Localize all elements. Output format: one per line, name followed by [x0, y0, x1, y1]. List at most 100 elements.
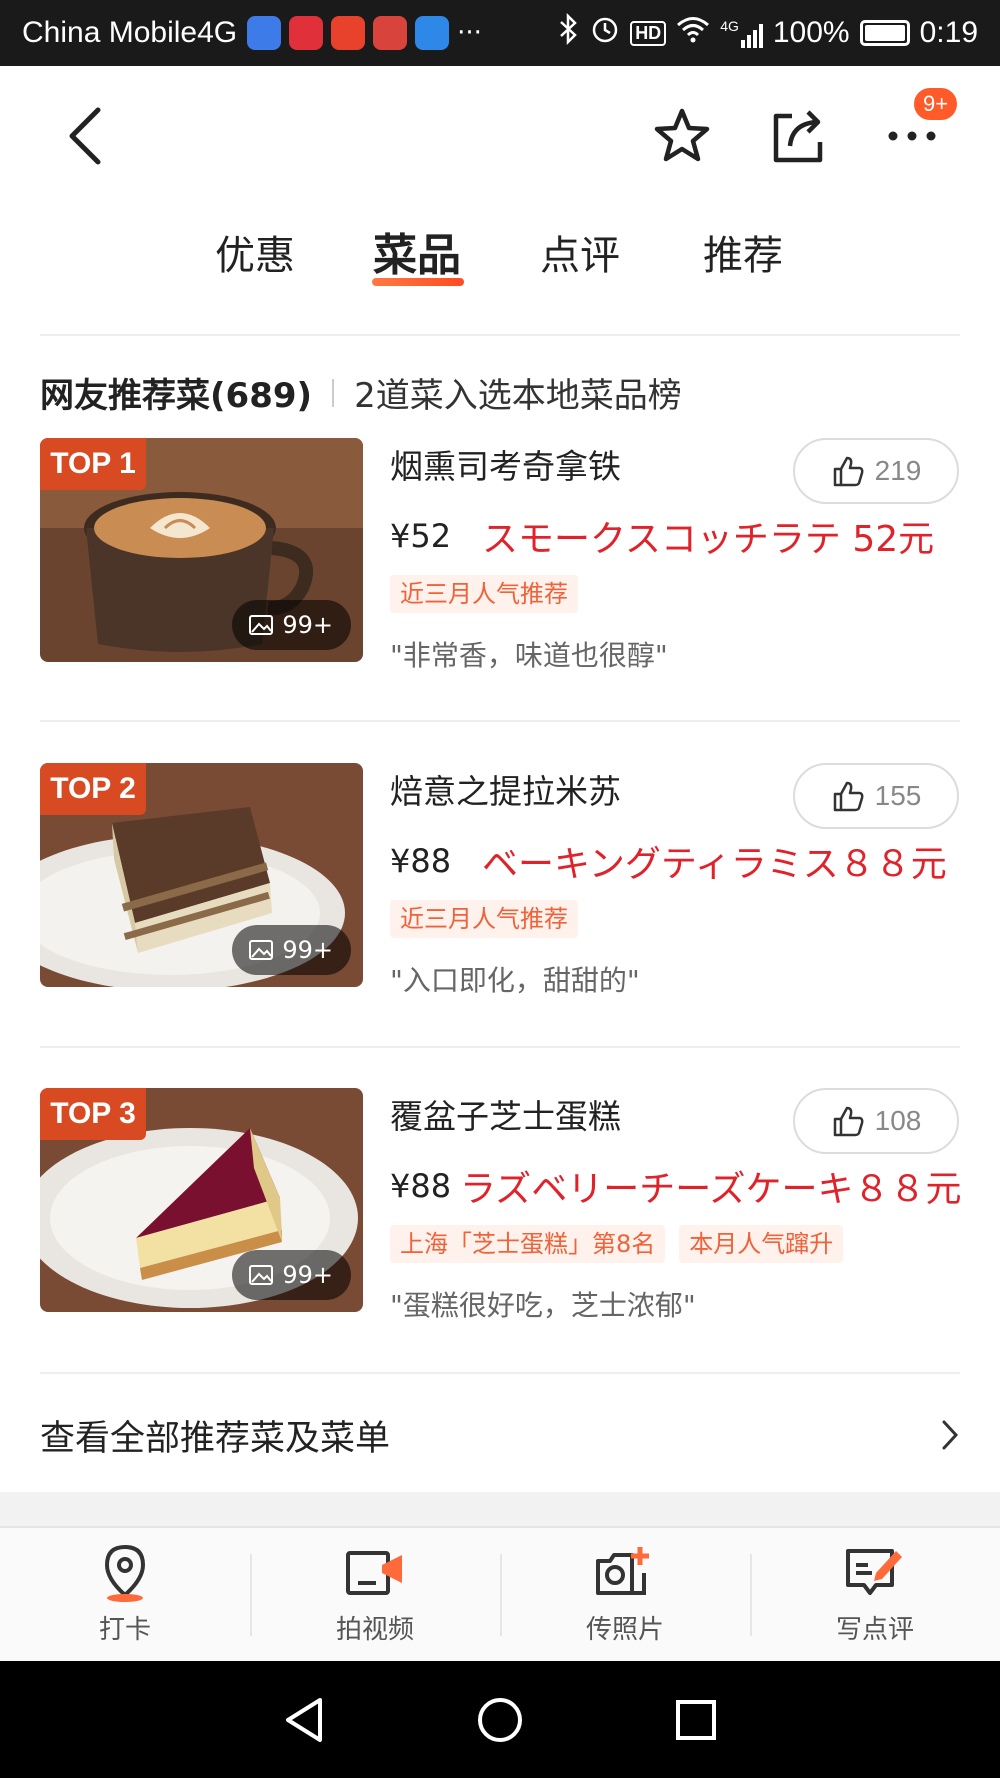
chevron-left-icon	[69, 107, 101, 165]
rank-badge: TOP 3	[40, 1088, 146, 1140]
tag-row: 近三月人气推荐	[390, 900, 578, 938]
tag-row: 近三月人气推荐	[390, 575, 578, 613]
rank-badge: TOP 1	[40, 438, 146, 490]
tag-row: 上海「芝士蛋糕」第8名 本月人气蹿升	[390, 1225, 844, 1263]
more-notifications-icon: ···	[457, 18, 482, 48]
recents-square-icon[interactable]	[674, 1698, 718, 1742]
dish-item[interactable]: TOP 1 99+ 烟熏司考奇拿铁 219 ¥52 スモークスコッチラテ 52元…	[40, 438, 960, 672]
review-quote: "入口即化，甜甜的"	[390, 964, 640, 997]
like-count: 219	[874, 455, 922, 486]
price-row: ¥52 スモークスコッチラテ 52元	[390, 510, 934, 562]
dish-item[interactable]: TOP 3 99+ 覆盆子芝士蛋糕 108 ¥88 ラズベリーチーズケーキ８８元…	[40, 1088, 961, 1322]
photo-count-label: 99+	[282, 936, 333, 964]
action-label: 打卡	[98, 1615, 151, 1645]
share-button[interactable]	[762, 100, 834, 172]
upload-photo-button[interactable]: 传照片	[500, 1528, 750, 1661]
dish-name: 焙意之提拉米苏	[390, 772, 621, 811]
dish-photo[interactable]: TOP 3 99+	[40, 1088, 363, 1312]
more-dots-icon	[888, 131, 936, 141]
see-all-label: 查看全部推荐菜及菜单	[40, 1418, 391, 1459]
like-button[interactable]: 155	[793, 763, 959, 829]
thumbs-up-icon	[833, 456, 864, 487]
review-quote: "非常香，味道也很醇"	[390, 639, 668, 672]
divider	[40, 1046, 960, 1048]
tab-offers[interactable]: 优惠	[215, 226, 295, 286]
write-review-button[interactable]: 写点评	[750, 1528, 1000, 1661]
add-photo-icon	[596, 1547, 649, 1595]
notification-app-icon	[373, 16, 408, 50]
record-video-button[interactable]: 拍视频	[250, 1528, 500, 1661]
tab-reviews[interactable]: 点评	[540, 226, 620, 286]
back-button[interactable]	[50, 100, 122, 172]
notification-app-icon	[289, 16, 324, 50]
dish-photo[interactable]: TOP 2 99+	[40, 763, 363, 987]
thumbs-up-icon	[833, 781, 864, 812]
see-all-dishes-link[interactable]: 查看全部推荐菜及菜单	[40, 1400, 960, 1470]
bluetooth-icon	[558, 12, 580, 53]
image-icon	[249, 1265, 274, 1285]
image-icon	[249, 940, 274, 960]
like-count: 155	[874, 780, 922, 811]
dish-price: ¥52	[390, 517, 452, 555]
dish-price: ¥88	[390, 842, 452, 880]
top-nav-bar: 9+	[0, 66, 1000, 206]
notification-app-icon	[331, 16, 366, 50]
tab-dishes[interactable]: 菜品	[373, 226, 461, 286]
translation-note: ラズベリーチーズケーキ８８元	[460, 1169, 962, 1210]
dish-tag: 近三月人气推荐	[390, 900, 578, 938]
signal-icon: 4G	[720, 18, 763, 48]
notification-icons: ···	[247, 16, 482, 50]
action-label: 拍视频	[335, 1615, 414, 1645]
active-tab-indicator	[372, 278, 464, 286]
bottom-action-bar: 打卡 拍视频 传照片 写点评	[0, 1526, 1000, 1661]
dish-tag: 本月人气蹿升	[679, 1225, 844, 1263]
tab-recommend[interactable]: 推荐	[703, 226, 783, 286]
dish-item[interactable]: TOP 2 99+ 焙意之提拉米苏 155 ¥88 ベーキングティラミス８８元 …	[40, 763, 960, 997]
check-in-button[interactable]: 打卡	[0, 1528, 250, 1661]
dish-price: ¥88	[390, 1167, 452, 1205]
hd-icon: HD	[630, 20, 667, 46]
rank-badge: TOP 2	[40, 763, 146, 815]
clock: 0:19	[919, 16, 978, 49]
back-triangle-icon[interactable]	[282, 1696, 326, 1744]
action-label: 传照片	[585, 1615, 664, 1645]
network-type: 4G	[720, 18, 739, 34]
video-camera-icon	[346, 1551, 402, 1595]
price-row: ¥88 ベーキングティラミス８８元	[390, 835, 947, 887]
section-header: 网友推荐菜(689) 2道菜入选本地菜品榜	[40, 368, 682, 417]
dish-name: 烟熏司考奇拿铁	[390, 447, 621, 486]
status-bar: China Mobile4G ··· HD 4G 100% 0:19	[0, 0, 1000, 66]
tab-bar: 优惠 菜品 点评 推荐	[0, 226, 1000, 296]
battery-icon	[859, 20, 910, 46]
photo-count[interactable]: 99+	[232, 925, 351, 975]
like-button[interactable]: 108	[793, 1088, 959, 1154]
translation-note: ベーキングティラミス８８元	[482, 844, 947, 885]
notification-app-icon	[415, 16, 450, 50]
section-subtitle: 2道菜入选本地菜品榜	[354, 376, 682, 416]
notification-app-icon	[247, 16, 282, 50]
dish-photo[interactable]: TOP 1 99+	[40, 438, 363, 662]
battery-percent: 100%	[772, 16, 850, 49]
notification-badge: 9+	[912, 86, 960, 122]
section-title: 网友推荐菜(689)	[40, 376, 313, 416]
main-panel: 9+ 优惠 菜品 点评 推荐 网友推荐菜(689) 2道菜入选本地菜品榜 TOP…	[0, 66, 1000, 1492]
home-circle-icon[interactable]	[476, 1696, 524, 1744]
like-button[interactable]: 219	[793, 438, 959, 504]
action-label: 写点评	[835, 1615, 914, 1645]
dish-tag: 上海「芝士蛋糕」第8名	[390, 1225, 666, 1263]
dish-name: 覆盆子芝士蛋糕	[390, 1097, 621, 1136]
thumbs-up-icon	[833, 1106, 864, 1137]
write-review-icon	[846, 1549, 902, 1595]
divider	[40, 334, 960, 336]
alarm-icon	[590, 14, 620, 52]
photo-count[interactable]: 99+	[232, 600, 351, 650]
separator	[332, 378, 335, 407]
photo-count-label: 99+	[282, 611, 333, 639]
price-row: ¥88 ラズベリーチーズケーキ８８元	[390, 1160, 961, 1212]
share-icon	[773, 110, 823, 163]
favorite-button[interactable]	[646, 100, 718, 172]
location-pin-icon	[104, 1544, 146, 1602]
wifi-icon	[676, 15, 710, 51]
photo-count[interactable]: 99+	[232, 1250, 351, 1300]
image-icon	[249, 615, 274, 635]
